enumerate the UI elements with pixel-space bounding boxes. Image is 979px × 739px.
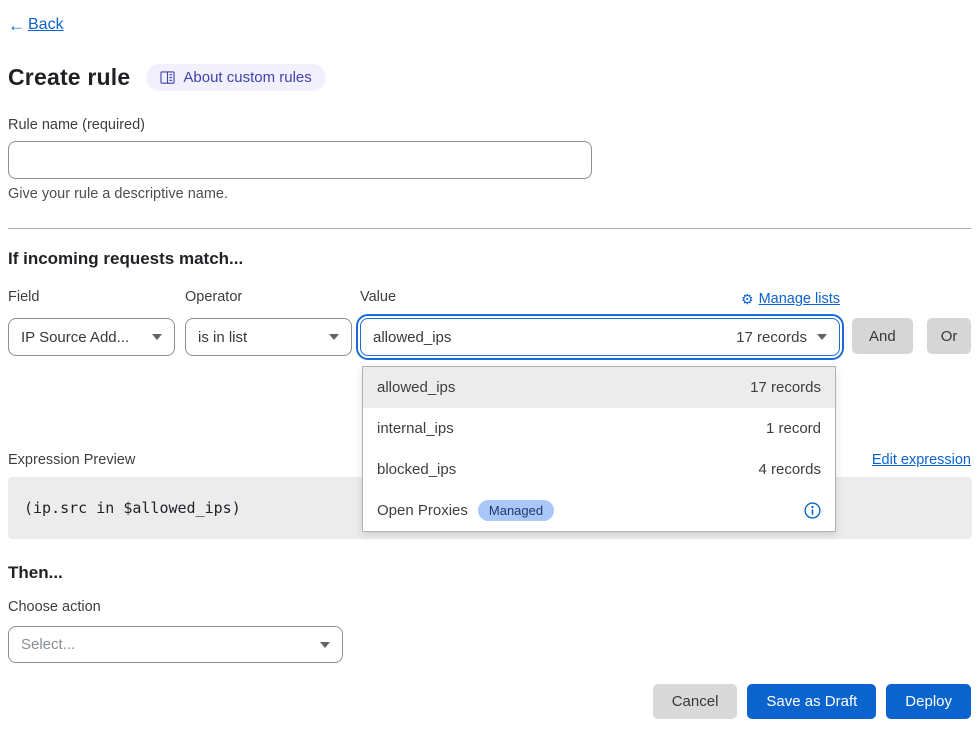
chevron-down-icon	[329, 334, 339, 340]
book-icon	[160, 71, 175, 85]
field-label: Field	[8, 289, 175, 309]
back-link[interactable]: ← Back	[8, 16, 64, 34]
and-button[interactable]: And	[852, 318, 913, 354]
gear-icon: ⚙	[741, 292, 754, 306]
operator-select[interactable]: is in list	[185, 318, 352, 356]
page-title: Create rule	[8, 64, 130, 91]
chevron-down-icon	[152, 334, 162, 340]
back-link-label: Back	[28, 16, 64, 34]
list-item-meta: 17 records	[750, 379, 821, 396]
list-item-internal-ips[interactable]: internal_ips 1 record	[363, 408, 835, 449]
operator-label: Operator	[185, 289, 352, 309]
action-select[interactable]: Select...	[8, 626, 343, 663]
manage-lists-label: Manage lists	[759, 291, 840, 307]
rule-name-input[interactable]	[8, 141, 592, 179]
managed-badge: Managed	[478, 500, 554, 521]
then-section-heading: Then...	[8, 563, 63, 583]
manage-lists-link[interactable]: ⚙ Manage lists	[741, 291, 840, 307]
list-item-allowed-ips[interactable]: allowed_ips 17 records	[363, 367, 835, 408]
expression-code: (ip.src in $allowed_ips)	[24, 499, 241, 517]
cancel-button[interactable]: Cancel	[653, 684, 738, 719]
edit-expression-link[interactable]: Edit expression	[872, 452, 971, 468]
list-item-open-proxies[interactable]: Open Proxies Managed	[363, 490, 835, 531]
value-select-value: allowed_ips	[373, 329, 451, 346]
list-item-blocked-ips[interactable]: blocked_ips 4 records	[363, 449, 835, 490]
list-item-name: internal_ips	[377, 420, 454, 437]
field-column: Field IP Source Add...	[8, 289, 175, 356]
or-button[interactable]: Or	[927, 318, 972, 354]
field-select-value: IP Source Add...	[21, 329, 129, 346]
value-header: Value ⚙ Manage lists	[360, 289, 840, 309]
section-divider	[8, 228, 971, 229]
match-section-heading: If incoming requests match...	[8, 249, 243, 269]
list-item-meta: 1 record	[766, 420, 821, 437]
value-label: Value	[360, 289, 396, 309]
field-select[interactable]: IP Source Add...	[8, 318, 175, 356]
title-row: Create rule About custom rules	[8, 64, 326, 91]
deploy-button[interactable]: Deploy	[886, 684, 971, 719]
list-item-meta: 4 records	[758, 461, 821, 478]
list-item-name: allowed_ips	[377, 379, 455, 396]
choose-action-label: Choose action	[8, 599, 101, 615]
rule-name-helper: Give your rule a descriptive name.	[8, 186, 228, 202]
operator-column: Operator is in list	[185, 289, 352, 356]
action-select-placeholder: Select...	[21, 636, 75, 653]
footer-actions: Cancel Save as Draft Deploy	[653, 684, 971, 719]
expression-preview-label: Expression Preview	[8, 452, 135, 468]
rule-name-label: Rule name (required)	[8, 117, 145, 133]
info-icon[interactable]	[804, 502, 821, 519]
about-custom-rules-link[interactable]: About custom rules	[146, 64, 325, 91]
about-badge-label: About custom rules	[183, 69, 311, 86]
value-dropdown-panel: allowed_ips 17 records internal_ips 1 re…	[362, 366, 836, 532]
value-select-meta: 17 records	[736, 329, 807, 346]
value-select[interactable]: allowed_ips 17 records	[360, 318, 840, 356]
chevron-down-icon	[817, 334, 827, 340]
back-arrow-icon: ←	[8, 17, 25, 34]
save-as-draft-button[interactable]: Save as Draft	[747, 684, 876, 719]
list-item-name: blocked_ips	[377, 461, 456, 478]
chevron-down-icon	[320, 642, 330, 648]
value-column: Value ⚙ Manage lists allowed_ips 17 reco…	[360, 289, 840, 356]
match-condition-row: Field IP Source Add... Operator is in li…	[8, 289, 971, 356]
operator-select-value: is in list	[198, 329, 247, 346]
list-item-name: Open Proxies	[377, 502, 468, 519]
